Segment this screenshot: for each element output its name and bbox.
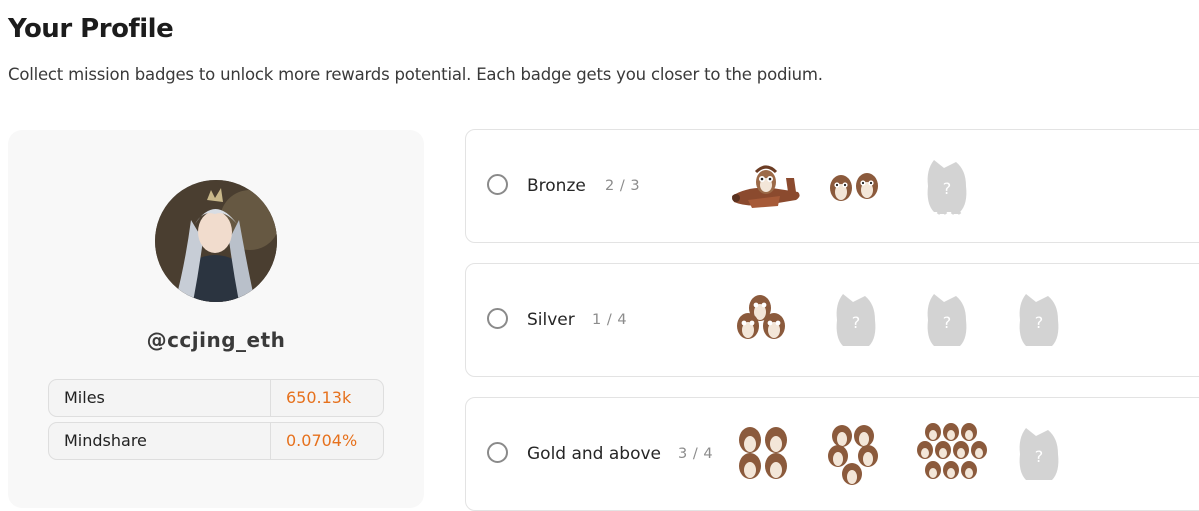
locked-owl-badge-icon: ? [912,152,982,222]
tier-radio[interactable] [487,442,508,463]
svg-text:?: ? [852,313,861,332]
owl-flock-badge-icon [823,420,893,490]
svg-text:?: ? [943,179,952,198]
tier-name: Bronze [527,176,586,196]
profile-card: @ccjing_eth Miles 650.13k Mindshare 0.07… [8,130,424,508]
owl-trio-badge-icon [730,286,800,356]
tier-progress: 1 / 4 [592,312,628,328]
svg-text:?: ? [943,313,952,332]
svg-text:?: ? [1035,313,1044,332]
page-title: Your Profile [8,14,174,44]
owl-crowd-badge-icon [912,420,988,490]
tier-card-silver[interactable]: Silver 1 / 4 ? ? ? [465,263,1199,377]
tier-progress: 2 / 3 [605,178,641,194]
locked-owl-badge-icon: ? [1004,420,1074,490]
username: @ccjing_eth [146,328,286,352]
page-subtitle: Collect mission badges to unlock more re… [8,65,823,84]
tier-radio[interactable] [487,308,508,329]
avatar[interactable] [155,180,277,302]
tier-progress: 3 / 4 [678,446,714,462]
avatar-portrait-icon [155,180,277,302]
locked-owl-badge-icon: ? [912,286,982,356]
stat-label: Miles [64,388,105,407]
tier-card-bronze[interactable]: Bronze 2 / 3 ? [465,129,1199,243]
tier-card-gold[interactable]: Gold and above 3 / 4 ? [465,397,1199,511]
owl-pilot-plane-badge-icon [728,152,804,222]
tier-radio[interactable] [487,174,508,195]
tier-name: Silver [527,310,575,330]
stat-row-mindshare: Mindshare 0.0704% [48,422,384,460]
stat-label: Mindshare [64,431,147,450]
stat-row-miles: Miles 650.13k [48,379,384,417]
tier-name: Gold and above [527,444,662,464]
owl-pair-badge-icon [823,152,893,222]
stat-value: 650.13k [286,388,352,407]
owl-group-badge-icon [732,420,802,490]
locked-owl-badge-icon: ? [1004,286,1074,356]
svg-text:?: ? [1035,447,1044,466]
locked-owl-badge-icon: ? [821,286,891,356]
stat-value: 0.0704% [286,431,358,450]
